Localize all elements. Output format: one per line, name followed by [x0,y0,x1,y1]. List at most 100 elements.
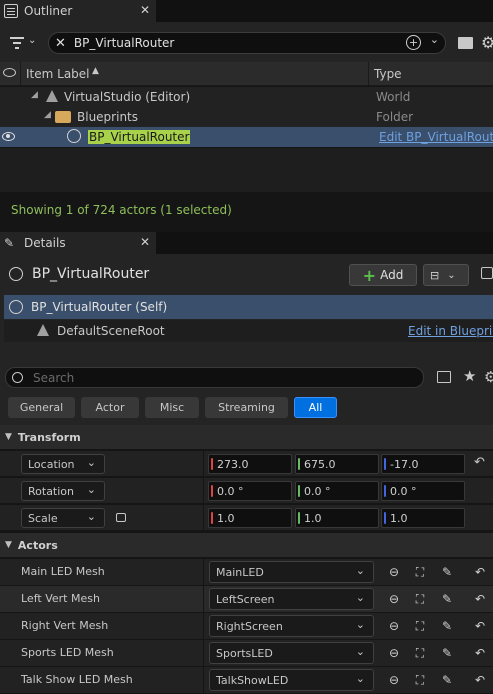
clear-search-icon[interactable]: ✕ [55,36,66,51]
list-item-selected[interactable]: BP_VirtualRouter Edit BP_VirtualRoute [0,127,493,147]
use-selected-icon[interactable]: ⊖ [384,670,404,690]
rotation-z-field[interactable]: 0.0 ° [381,481,465,501]
prop-row-rotation: Rotation ⌄ 0.0 ° 0.0 ° 0.0 ° [0,478,493,504]
pick-actor-icon[interactable]: ⛶ [410,616,430,636]
main-led-mesh-label: Main LED Mesh [21,565,105,578]
details-search-input[interactable]: Search [5,367,424,388]
chevron-down-icon[interactable]: ⌄ [28,35,36,46]
col-item-label[interactable]: Item Label [26,67,90,81]
eyedropper-icon[interactable]: ✎ [437,616,457,636]
pick-actor-icon[interactable]: ⛶ [410,589,430,609]
scale-y-field[interactable]: 1.0 [295,508,379,528]
rotation-dropdown[interactable]: Rotation ⌄ [21,481,105,501]
sports-led-mesh-dropdown[interactable]: SportsLED ⌄ [209,642,374,664]
visibility-icon[interactable] [2,132,15,141]
reset-icon[interactable]: ↶ [470,643,490,663]
right-vert-mesh-value: RightScreen [216,619,283,633]
location-y-field[interactable]: 675.0 [295,454,379,474]
rotation-x-value: 0.0 ° [217,484,244,498]
chevron-down-icon[interactable]: ⌄ [430,33,439,46]
new-folder-icon[interactable] [458,37,473,49]
lock-icon[interactable] [481,267,493,279]
gear-icon[interactable]: ⚙ [481,33,493,52]
list-item-label: VirtualStudio (Editor) [64,90,191,104]
use-selected-icon[interactable]: ⊖ [384,616,404,636]
expand-arrow-icon[interactable]: ◢ [31,90,38,100]
filter-chip-streaming[interactable]: Streaming [205,397,288,418]
eyedropper-icon[interactable]: ✎ [437,562,457,582]
filter-chip-actor[interactable]: Actor [81,397,139,418]
reset-icon[interactable]: ↶ [470,670,490,690]
location-z-field[interactable]: -17.0 [381,454,465,474]
gear-icon[interactable]: ⚙ [484,368,493,386]
expand-arrow-icon[interactable]: ◢ [44,110,51,120]
add-filter-icon[interactable]: + [406,35,421,50]
scale-dropdown[interactable]: Scale ⌄ [21,508,105,528]
location-dropdown[interactable]: Location ⌄ [21,454,105,474]
outliner-search-input[interactable]: ✕ BP_VirtualRouter + ⌄ [48,32,446,54]
outliner-status: Showing 1 of 724 actors (1 selected) [11,203,232,217]
eyedropper-icon[interactable]: ✎ [437,670,457,690]
edit-in-blueprint-link[interactable]: Edit in Blueprint [408,324,493,338]
visibility-icon[interactable] [3,68,16,77]
prop-row-talk-show-led-mesh: Talk Show LED Mesh TalkShowLED ⌄ ⊖ ⛶ ✎ ↶ [0,667,493,694]
filter-icon[interactable] [10,37,24,49]
use-selected-icon[interactable]: ⊖ [384,589,404,609]
reset-icon[interactable]: ↶ [474,455,485,470]
section-transform-label: Transform [17,430,81,444]
reset-icon[interactable]: ↶ [470,616,490,636]
rotation-y-field[interactable]: 0.0 ° [295,481,379,501]
pick-actor-icon[interactable]: ⛶ [410,643,430,663]
list-item[interactable]: ◢ Blueprints Folder [0,107,493,127]
location-x-value: 273.0 [217,457,249,471]
section-actors[interactable]: ▼ Actors [0,533,493,557]
filter-chip-all[interactable]: All [294,397,337,418]
tab-details[interactable]: ✎ Details ✕ [0,232,156,254]
tab-outliner[interactable]: Outliner ✕ [0,0,156,22]
edit-blueprint-link[interactable]: Edit BP_VirtualRoute [379,130,493,144]
eyedropper-icon[interactable]: ✎ [437,643,457,663]
eyedropper-icon[interactable]: ✎ [437,589,457,609]
pick-actor-icon[interactable]: ⛶ [410,670,430,690]
use-selected-icon[interactable]: ⊖ [384,562,404,582]
column-divider[interactable] [203,559,204,694]
use-selected-icon[interactable]: ⊖ [384,643,404,663]
chevron-down-icon: ⌄ [355,591,365,604]
main-led-mesh-value: MainLED [216,565,264,579]
pick-actor-icon[interactable]: ⛶ [410,562,430,582]
left-vert-mesh-value: LeftScreen [216,592,275,606]
lock-icon[interactable] [116,513,126,522]
component-self-label: BP_VirtualRouter (Self) [31,300,168,314]
right-vert-mesh-dropdown[interactable]: RightScreen ⌄ [209,615,374,637]
outliner-icon [4,4,18,18]
table-view-icon[interactable] [437,371,451,383]
main-led-mesh-dropdown[interactable]: MainLED ⌄ [209,561,374,583]
close-icon[interactable]: ✕ [140,235,150,249]
scale-x-field[interactable]: 1.0 [208,508,292,528]
blueprint-options-button[interactable]: ⊟ ⌄ [423,264,469,286]
component-self[interactable]: BP_VirtualRouter (Self) [4,295,493,319]
location-x-field[interactable]: 273.0 [208,454,292,474]
talk-show-led-mesh-dropdown[interactable]: TalkShowLED ⌄ [209,669,374,691]
list-item[interactable]: ◢ VirtualStudio (Editor) World [0,87,493,107]
prop-row-location: Location ⌄ 273.0 675.0 -17.0 ↶ [0,451,493,477]
rotation-label: Rotation [28,484,75,498]
component-root[interactable]: DefaultSceneRoot Edit in Blueprint [4,320,493,342]
close-icon[interactable]: ✕ [140,3,150,17]
left-vert-mesh-dropdown[interactable]: LeftScreen ⌄ [209,588,374,610]
talk-show-led-mesh-value: TalkShowLED [216,673,289,687]
reset-icon[interactable]: ↶ [470,562,490,582]
rotation-x-field[interactable]: 0.0 ° [208,481,292,501]
reset-icon[interactable]: ↶ [470,589,490,609]
outliner-empty-area [0,148,493,192]
star-icon[interactable]: ★ [463,367,476,385]
filter-chip-general[interactable]: General [8,397,75,418]
add-component-button[interactable]: + Add [349,264,417,286]
right-vert-mesh-label: Right Vert Mesh [21,619,109,632]
section-transform[interactable]: ▼ Transform [0,425,493,449]
column-divider[interactable] [203,451,204,533]
filter-chip-misc[interactable]: Misc [145,397,199,418]
scale-label: Scale [28,511,58,525]
scale-z-field[interactable]: 1.0 [381,508,465,528]
col-type[interactable]: Type [374,67,402,81]
